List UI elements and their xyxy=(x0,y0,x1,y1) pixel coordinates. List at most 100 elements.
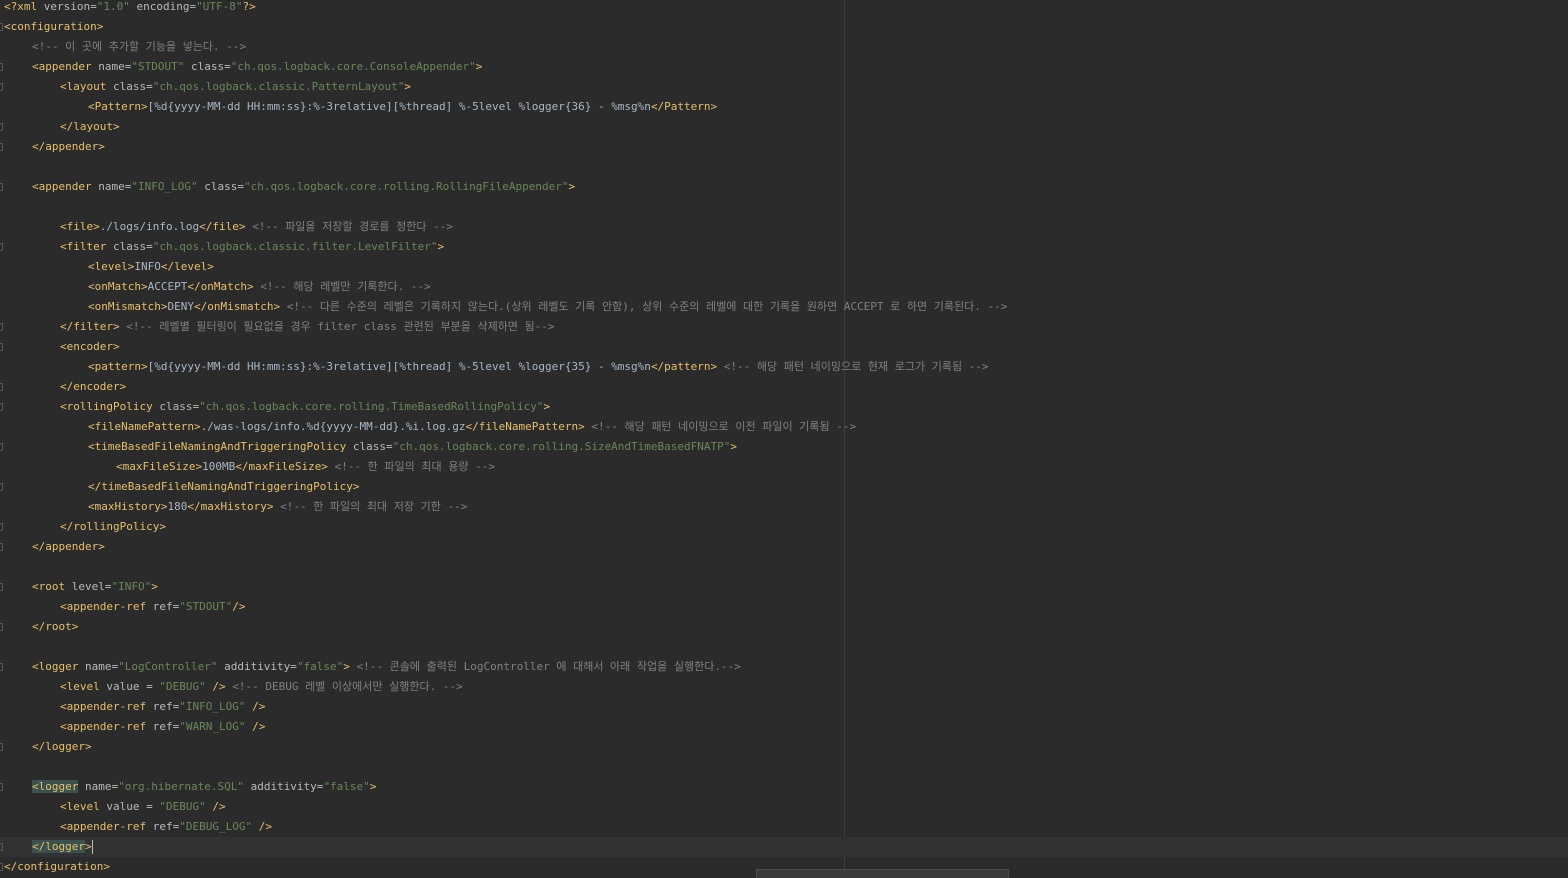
token-tag: <onMismatch> xyxy=(88,300,168,313)
fold-marker-icon[interactable] xyxy=(0,83,3,91)
fold-marker-icon[interactable] xyxy=(0,523,3,531)
fold-marker-icon[interactable] xyxy=(0,403,3,411)
code-content: <layout class="ch.qos.logback.classic.Pa… xyxy=(60,77,411,97)
fold-marker-icon[interactable] xyxy=(0,383,3,391)
code-line[interactable]: <level>INFO</level> xyxy=(0,257,1568,277)
code-content: <!-- 이 곳에 추가할 기능을 넣는다. --> xyxy=(32,37,246,57)
code-line[interactable]: <maxHistory>180</maxHistory> <!-- 한 파일의 … xyxy=(0,497,1568,517)
code-line[interactable]: <filter class="ch.qos.logback.classic.fi… xyxy=(0,237,1568,257)
code-line[interactable]: <pattern>[%d{yyyy-MM-dd HH:mm:ss}:%-3rel… xyxy=(0,357,1568,377)
code-line[interactable]: <rollingPolicy class="ch.qos.logback.cor… xyxy=(0,397,1568,417)
code-line[interactable]: <onMismatch>DENY</onMismatch> <!-- 다른 수준… xyxy=(0,297,1568,317)
code-line[interactable]: <timeBasedFileNamingAndTriggeringPolicy … xyxy=(0,437,1568,457)
token-taghl: <logger xyxy=(32,780,79,793)
code-line[interactable]: <appender-ref ref="WARN_LOG" /> xyxy=(0,717,1568,737)
token-tag: > xyxy=(543,400,551,413)
code-line[interactable]: <encoder> xyxy=(0,337,1568,357)
code-line[interactable]: <onMatch>ACCEPT</onMatch> <!-- 해당 레벨만 기록… xyxy=(0,277,1568,297)
code-line[interactable]: <maxFileSize>100MB</maxFileSize> <!-- 한 … xyxy=(0,457,1568,477)
token-tag: </file> xyxy=(199,220,246,233)
token-comment: <!-- 한 파일의 최대 용량 --> xyxy=(327,460,495,473)
fold-marker-icon[interactable] xyxy=(0,863,3,871)
code-line[interactable]: <root level="INFO"> xyxy=(0,577,1568,597)
code-line[interactable] xyxy=(0,757,1568,777)
code-line[interactable]: </logger> xyxy=(0,737,1568,757)
token-tag: <Pattern> xyxy=(88,100,148,113)
fold-marker-icon[interactable] xyxy=(0,543,3,551)
token-tag: </maxFileSize> xyxy=(235,460,328,473)
code-line[interactable]: </encoder> xyxy=(0,377,1568,397)
code-content: <fileNamePattern>./was-logs/info.%d{yyyy… xyxy=(88,417,856,437)
fold-marker-icon[interactable] xyxy=(0,583,3,591)
code-line[interactable]: </root> xyxy=(0,617,1568,637)
code-editor[interactable]: <?xml version="1.0" encoding="UTF-8"?> <c… xyxy=(0,0,1568,878)
horizontal-scrollbar[interactable] xyxy=(756,869,1009,878)
code-line[interactable]: </rollingPolicy> xyxy=(0,517,1568,537)
token-tag: <appender xyxy=(32,180,92,193)
code-content: <appender name="INFO_LOG" class="ch.qos.… xyxy=(32,177,575,197)
code-line[interactable]: </appender> xyxy=(0,137,1568,157)
token-attr: encoding= xyxy=(129,0,197,13)
token-tag: <level xyxy=(60,680,100,693)
code-content: <file>./logs/info.log</file> <!-- 파일을 저장… xyxy=(60,217,453,237)
code-line[interactable]: </appender> xyxy=(0,537,1568,557)
code-line[interactable]: <appender-ref ref="DEBUG_LOG" /> xyxy=(0,817,1568,837)
token-val: "UTF-8" xyxy=(196,0,243,13)
fold-marker-icon[interactable] xyxy=(0,663,3,671)
fold-marker-icon[interactable] xyxy=(0,743,3,751)
token-tag: </fileNamePattern> xyxy=(465,420,585,433)
code-line[interactable] xyxy=(0,197,1568,217)
code-line[interactable] xyxy=(0,157,1568,177)
code-line[interactable]: <layout class="ch.qos.logback.classic.Pa… xyxy=(0,77,1568,97)
token-comment: <!-- 콘솔에 출력된 LogController 에 대해서 아래 작업을 … xyxy=(349,660,741,673)
fold-marker-icon[interactable] xyxy=(0,783,3,791)
code-line[interactable]: <Pattern>[%d{yyyy-MM-dd HH:mm:ss}:%-3rel… xyxy=(0,97,1568,117)
code-line[interactable]: </timeBasedFileNamingAndTriggeringPolicy… xyxy=(0,477,1568,497)
fold-marker-icon[interactable] xyxy=(0,23,3,31)
code-content: <level value = "DEBUG" /> xyxy=(60,797,226,817)
code-line[interactable]: <logger name="org.hibernate.SQL" additiv… xyxy=(0,777,1568,797)
code-line[interactable]: <appender-ref ref="STDOUT"/> xyxy=(0,597,1568,617)
code-line[interactable]: <?xml version="1.0" encoding="UTF-8"?> xyxy=(0,0,1568,17)
code-line[interactable]: <configuration> xyxy=(0,17,1568,37)
token-val: "STDOUT" xyxy=(131,60,185,73)
code-line[interactable]: <!-- 이 곳에 추가할 기능을 넣는다. --> xyxy=(0,37,1568,57)
code-line[interactable]: <logger name="LogController" additivity=… xyxy=(0,657,1568,677)
fold-marker-icon[interactable] xyxy=(0,623,3,631)
fold-marker-icon[interactable] xyxy=(0,183,3,191)
fold-marker-icon[interactable] xyxy=(0,63,3,71)
code-line[interactable]: <file>./logs/info.log</file> <!-- 파일을 저장… xyxy=(0,217,1568,237)
fold-marker-icon[interactable] xyxy=(0,483,3,491)
token-tag: <rollingPolicy xyxy=(60,400,153,413)
token-tag: > xyxy=(568,180,576,193)
code-line[interactable]: <appender name="STDOUT" class="ch.qos.lo… xyxy=(0,57,1568,77)
fold-marker-icon[interactable] xyxy=(0,243,3,251)
token-tag: > xyxy=(475,60,483,73)
code-line[interactable]: </logger> xyxy=(0,837,1568,857)
code-line[interactable]: <level value = "DEBUG" /> <!-- DEBUG 레벨 … xyxy=(0,677,1568,697)
token-tag: </level> xyxy=(160,260,214,273)
code-line[interactable] xyxy=(0,637,1568,657)
code-line[interactable] xyxy=(0,557,1568,577)
code-line[interactable]: <level value = "DEBUG" /> xyxy=(0,797,1568,817)
token-attr: class= xyxy=(346,440,393,453)
code-line[interactable]: </layout> xyxy=(0,117,1568,137)
text-caret xyxy=(91,840,93,854)
fold-marker-icon[interactable] xyxy=(0,343,3,351)
fold-marker-icon[interactable] xyxy=(0,323,3,331)
fold-marker-icon[interactable] xyxy=(0,843,3,851)
token-attr: class= xyxy=(106,240,153,253)
code-line[interactable]: </filter> <!-- 레벨별 필터링이 필요없을 경우 filter c… xyxy=(0,317,1568,337)
fold-marker-icon[interactable] xyxy=(0,443,3,451)
fold-marker-icon[interactable] xyxy=(0,143,3,151)
fold-marker-icon[interactable] xyxy=(0,123,3,131)
token-attr: additivity= xyxy=(243,780,324,793)
code-line[interactable]: <appender name="INFO_LOG" class="ch.qos.… xyxy=(0,177,1568,197)
token-attr: ref= xyxy=(146,720,180,733)
token-tag: <pattern> xyxy=(88,360,148,373)
code-content: <appender-ref ref="DEBUG_LOG" /> xyxy=(60,817,272,837)
code-line[interactable]: <appender-ref ref="INFO_LOG" /> xyxy=(0,697,1568,717)
code-line[interactable]: <fileNamePattern>./was-logs/info.%d{yyyy… xyxy=(0,417,1568,437)
token-tag: <maxHistory> xyxy=(88,500,168,513)
token-comment: <!-- 해당 패턴 네이밍으로 이전 파일이 기록됨 --> xyxy=(584,420,857,433)
